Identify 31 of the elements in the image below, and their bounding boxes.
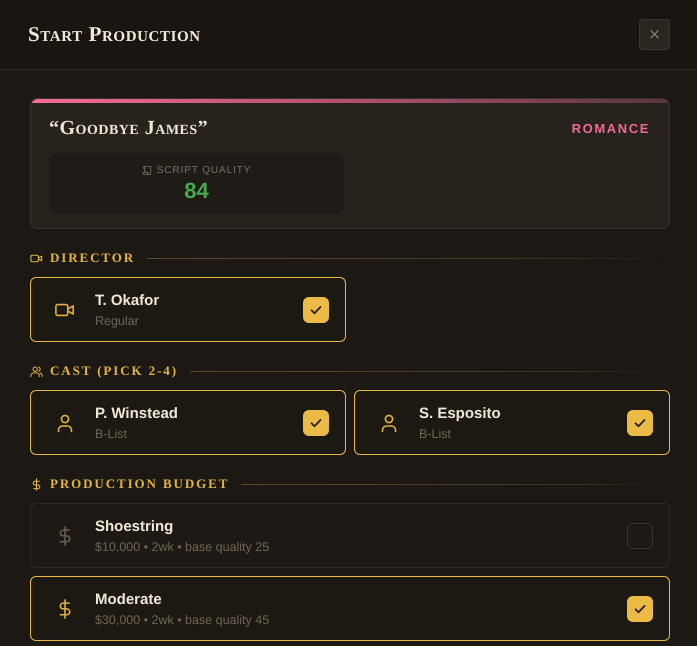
genre-label: ROMANCE: [572, 121, 650, 136]
people-icon: [30, 364, 43, 378]
video-camera-icon: [30, 252, 43, 264]
option-name: T. Okafor: [95, 292, 160, 308]
person-icon: [55, 412, 75, 432]
script-title: “Goodbye James”: [49, 117, 208, 140]
option-detail: $30,000 • 2wk • base quality 45: [95, 612, 270, 626]
option-name: P. Winstead: [95, 404, 179, 422]
option-name: S. Esposito: [419, 404, 502, 422]
director-option[interactable]: T. Okafor Regular: [30, 277, 346, 342]
option-name: Moderate: [95, 590, 163, 608]
close-button[interactable]: ×: [639, 19, 670, 50]
person-icon: [379, 412, 399, 432]
dialog-title: Start Production: [28, 22, 201, 47]
option-detail: $10,000 • 2wk • base quality 25: [95, 540, 270, 554]
option-detail: B-List: [95, 426, 128, 440]
option-name: Shoestring: [95, 518, 174, 534]
section-heading: DIRECTOR: [50, 250, 136, 266]
budget-option[interactable]: Shoestring $10,000 • 2wk • base quality 25: [30, 503, 670, 568]
dollar-sign-icon: [30, 478, 43, 490]
section-heading: PRODUCTION BUDGET: [50, 476, 230, 492]
section-heading: CAST (PICK 2-4): [50, 363, 178, 379]
budget-option[interactable]: Moderate $30,000 • 2wk • base quality 45: [30, 576, 670, 641]
cast-option[interactable]: S. Esposito B-List: [354, 390, 670, 455]
option-detail: Regular: [95, 314, 140, 328]
scroll-icon: [142, 165, 153, 176]
option-detail: B-List: [419, 426, 452, 440]
quality-score: 84: [184, 180, 209, 202]
cast-option[interactable]: P. Winstead B-List: [30, 390, 346, 455]
checkbox[interactable]: [627, 522, 653, 548]
quality-label: SCRIPT QUALITY: [156, 165, 252, 176]
